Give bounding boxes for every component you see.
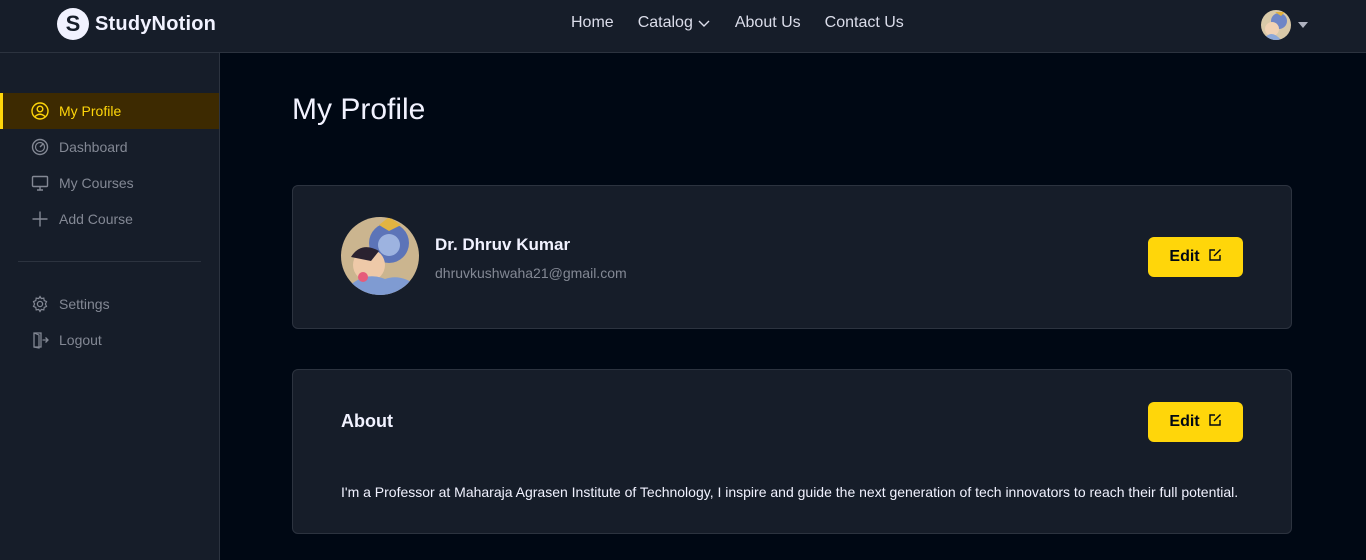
nav-links: Home Catalog About Us Contact Us [571,14,904,32]
avatar [1261,10,1291,40]
page-title: My Profile [292,93,426,126]
profile-name: Dr. Dhruv Kumar [435,235,571,254]
about-text: I'm a Professor at Maharaja Agrasen Inst… [341,484,1239,500]
sidebar-item-label: My Courses [59,175,134,191]
profile-menu-button[interactable] [1261,10,1308,40]
sidebar-item-dashboard[interactable]: Dashboard [0,129,219,165]
about-card: About Edit I'm a Professor at Maharaja A… [292,369,1292,534]
sidebar-item-settings[interactable]: Settings [0,286,219,322]
edit-button-label: Edit [1169,248,1200,265]
plus-icon [31,210,49,228]
logout-icon [31,331,49,349]
sidebar-item-label: Logout [59,332,102,348]
sidebar-item-label: Add Course [59,211,133,227]
nav-catalog-label: Catalog [637,14,693,31]
caret-down-icon [1298,22,1308,28]
nav-about-link[interactable]: About Us [735,14,801,32]
gear-icon [31,295,49,313]
sidebar-item-label: My Profile [59,103,122,119]
chevron-down-icon [697,16,711,30]
edit-button-label: Edit [1169,413,1200,430]
sidebar-divider [18,261,201,262]
edit-profile-button[interactable]: Edit [1148,237,1243,277]
nav-contact-label: Contact Us [824,14,904,31]
top-navbar: S StudyNotion Home Catalog About Us Cont… [0,0,1366,53]
sidebar-item-my-courses[interactable]: My Courses [0,165,219,201]
profile-avatar [341,217,419,295]
profile-card: Dr. Dhruv Kumar dhruvkushwaha21@gmail.co… [292,185,1292,329]
sidebar-item-logout[interactable]: Logout [0,322,219,358]
gauge-icon [31,138,49,156]
brand-logo[interactable]: S StudyNotion [57,8,216,40]
nav-home-link[interactable]: Home [571,14,614,32]
edit-about-button[interactable]: Edit [1148,402,1243,442]
edit-icon [1208,248,1222,267]
about-title: About [341,411,393,431]
nav-about-label: About Us [734,14,801,31]
brand-name: StudyNotion [95,12,217,35]
edit-icon [1208,413,1222,432]
sidebar: My Profile Dashboard My Courses Add Cour… [0,53,220,560]
profile-email: dhruvkushwaha21@gmail.com [435,265,627,281]
nav-home-label: Home [571,14,614,31]
sidebar-item-my-profile[interactable]: My Profile [0,93,219,129]
logo-mark-icon: S [57,8,89,40]
monitor-icon [31,174,49,192]
sidebar-item-add-course[interactable]: Add Course [0,201,219,237]
user-circle-icon [31,102,49,120]
sidebar-item-label: Dashboard [59,139,128,155]
sidebar-item-label: Settings [59,296,110,312]
nav-contact-link[interactable]: Contact Us [825,14,904,32]
nav-catalog-dropdown[interactable]: Catalog [638,14,711,32]
